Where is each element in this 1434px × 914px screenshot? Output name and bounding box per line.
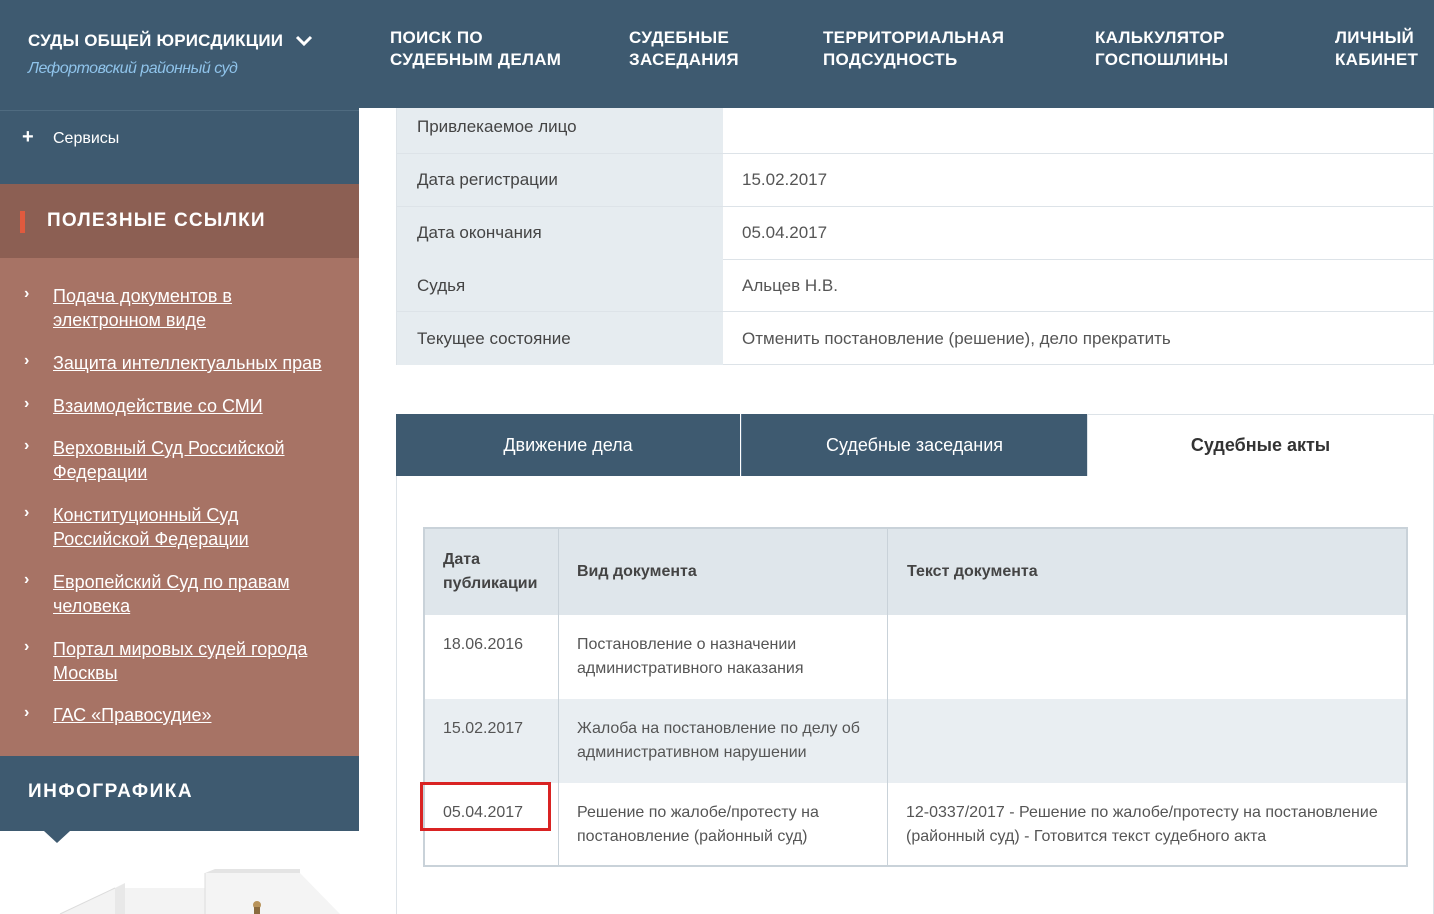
- table-row: Текущее состояние Отменить постановление…: [397, 312, 1433, 365]
- table-header: Дата публикации Вид документа Текст доку…: [425, 529, 1406, 615]
- cell-type: Решение по жалобе/протесту на постановле…: [577, 804, 819, 845]
- chevron-right-icon: ›: [24, 352, 30, 369]
- column-header-date: Дата публикации: [443, 551, 538, 592]
- link[interactable]: Портал мировых судей города Москвы: [53, 637, 328, 685]
- chevron-right-icon: ›: [24, 704, 30, 721]
- table-row: 05.04.2017 Решение по жалобе/протесту на…: [425, 783, 1406, 865]
- nav-personal-account[interactable]: ЛИЧНЫЙ КАБИНЕТ: [1335, 27, 1418, 71]
- useful-links-list: › Подача документов в электронном виде ›…: [0, 258, 359, 756]
- chevron-down-icon[interactable]: [294, 30, 314, 52]
- link[interactable]: Защита интеллектуальных прав: [53, 351, 343, 375]
- nav-jurisdiction[interactable]: ТЕРРИТОРИАЛЬНАЯ ПОДСУДНОСТЬ: [823, 27, 1004, 71]
- cell-date: 18.06.2016: [443, 636, 524, 653]
- nav-fee-calculator[interactable]: КАЛЬКУЛЯТОР ГОСПОШЛИНЫ: [1095, 27, 1235, 71]
- table-row: Дата регистрации 15.02.2017: [397, 154, 1433, 207]
- nav-case-search[interactable]: ПОИСК ПО СУДЕБНЫМ ДЕЛАМ: [390, 27, 565, 71]
- row-value: Отменить постановление (решение), дело п…: [742, 329, 1171, 348]
- chevron-right-icon: ›: [24, 395, 30, 412]
- case-info-table: Привлекаемое лицо Дата регистрации 15.02…: [396, 108, 1434, 365]
- row-label: Судья: [397, 259, 723, 311]
- row-value: 05.04.2017: [742, 223, 828, 242]
- table-row: Дата окончания 05.04.2017: [397, 207, 1433, 260]
- tab-court-acts[interactable]: Судебные акты: [1087, 414, 1434, 476]
- link[interactable]: ГАС «Правосудие»: [53, 703, 343, 727]
- row-label: Дата регистрации: [397, 154, 723, 206]
- court-selector[interactable]: СУДЫ ОБЩЕЙ ЮРИСДИКЦИИ Лефортовский район…: [0, 0, 359, 110]
- pointer-notch: [44, 831, 70, 843]
- court-name[interactable]: Лефортовский районный суд: [28, 60, 238, 78]
- link[interactable]: Взаимодействие со СМИ: [53, 394, 343, 418]
- row-value: 15.02.2017: [742, 170, 828, 189]
- infographic-header[interactable]: ИНФОГРАФИКА: [0, 756, 359, 831]
- services-label[interactable]: Сервисы: [53, 130, 119, 148]
- column-header-type: Вид документа: [577, 563, 697, 580]
- column-divider: [887, 529, 888, 865]
- cell-text[interactable]: 12-0337/2017 - Решение по жалобе/протест…: [906, 801, 1401, 849]
- chevron-right-icon: ›: [24, 571, 30, 588]
- row-label: Привлекаемое лицо: [397, 108, 723, 153]
- services-menu[interactable]: + Сервисы: [0, 110, 359, 184]
- top-navigation: ПОИСК ПО СУДЕБНЫМ ДЕЛАМ СУДЕБНЫЕ ЗАСЕДАН…: [359, 0, 1434, 108]
- row-label: Дата окончания: [397, 207, 723, 259]
- chevron-right-icon: ›: [24, 285, 30, 302]
- link[interactable]: Подача документов в электронном виде: [53, 284, 343, 332]
- tab-case-movement[interactable]: Движение дела: [396, 414, 740, 476]
- useful-links-title: ПОЛЕЗНЫЕ ССЫЛКИ: [47, 210, 266, 231]
- table-row: 15.02.2017 Жалоба на постановление по де…: [425, 699, 1406, 783]
- tab-court-sessions[interactable]: Судебные заседания: [741, 414, 1087, 476]
- cell-date: 15.02.2017: [443, 720, 524, 737]
- link[interactable]: Европейский Суд по правам человека: [53, 570, 313, 618]
- chevron-right-icon: ›: [24, 504, 30, 521]
- table-row: Привлекаемое лицо: [397, 108, 1433, 154]
- row-label: Текущее состояние: [397, 312, 723, 365]
- column-header-text: Текст документа: [907, 563, 1038, 580]
- nav-court-sessions[interactable]: СУДЕБНЫЕ ЗАСЕДАНИЯ: [629, 27, 749, 71]
- cell-type: Жалоба на постановление по делу об админ…: [577, 720, 860, 761]
- case-tabs: Движение дела Судебные заседания Судебны…: [396, 414, 1434, 476]
- table-row: Судья Альцев Н.В.: [397, 259, 1433, 312]
- plus-icon[interactable]: +: [22, 126, 34, 149]
- sidebar: СУДЫ ОБЩЕЙ ЮРИСДИКЦИИ Лефортовский район…: [0, 0, 359, 914]
- chevron-right-icon: ›: [24, 437, 30, 454]
- highlight-annotation: [420, 782, 551, 831]
- chevron-right-icon: ›: [24, 638, 30, 655]
- accent-bar: [20, 211, 25, 233]
- infographic-title[interactable]: ИНФОГРАФИКА: [28, 781, 193, 803]
- court-title[interactable]: СУДЫ ОБЩЕЙ ЮРИСДИКЦИИ: [28, 31, 283, 51]
- court-acts-table: Дата публикации Вид документа Текст доку…: [423, 527, 1408, 867]
- link[interactable]: Конституционный Суд Российской Федерации: [53, 503, 283, 551]
- link[interactable]: Верховный Суд Российской Федерации: [53, 436, 313, 484]
- table-row: 18.06.2016 Постановление о назначении ад…: [425, 615, 1406, 699]
- useful-links-header: ПОЛЕЗНЫЕ ССЫЛКИ: [0, 184, 359, 258]
- column-divider: [558, 529, 559, 865]
- infographic-image[interactable]: [0, 843, 359, 914]
- row-value: Альцев Н.В.: [742, 276, 838, 295]
- cell-type: Постановление о назначении административ…: [577, 636, 804, 677]
